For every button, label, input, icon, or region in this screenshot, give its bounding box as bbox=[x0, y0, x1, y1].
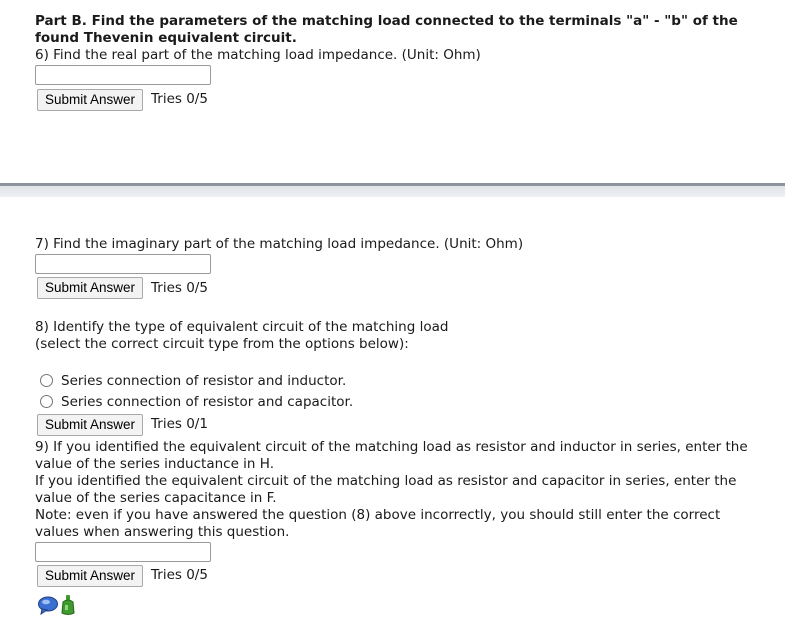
q9-line1: 9) If you identified the equivalent circ… bbox=[35, 439, 748, 455]
q8-option-inductor-radio[interactable] bbox=[40, 374, 53, 387]
q7-submit-button[interactable]: Submit Answer bbox=[37, 277, 144, 299]
part-b-heading: Part B. Find the parameters of the match… bbox=[35, 13, 755, 47]
q9-line2: value of the series inductance in H. bbox=[35, 456, 274, 472]
q6-answer-input[interactable] bbox=[35, 65, 211, 85]
q8-text: 8) Identify the type of equivalent circu… bbox=[35, 319, 755, 353]
part-b-heading-line2: found Thevenin equivalent circuit. bbox=[35, 30, 297, 46]
q6-tries: Tries 0/5 bbox=[151, 91, 208, 107]
q9-submit-button[interactable]: Submit Answer bbox=[37, 565, 144, 587]
q8-submit-button[interactable]: Submit Answer bbox=[37, 414, 144, 436]
q7-answer-input[interactable] bbox=[35, 254, 211, 274]
hint-icon[interactable] bbox=[60, 594, 76, 616]
q8-tries: Tries 0/1 bbox=[151, 416, 208, 432]
q7-text: 7) Find the imaginary part of the matchi… bbox=[35, 236, 524, 252]
part-b-heading-line1: Part B. Find the parameters of the match… bbox=[35, 13, 738, 29]
q9-line3: If you identified the equivalent circuit… bbox=[35, 473, 737, 489]
q8-text-line2: (select the correct circuit type from th… bbox=[35, 336, 409, 352]
q6-text: 6) Find the real part of the matching lo… bbox=[35, 47, 481, 63]
section-divider bbox=[0, 183, 785, 197]
q9-line5: Note: even if you have answered the ques… bbox=[35, 507, 721, 523]
q8-text-line1: 8) Identify the type of equivalent circu… bbox=[35, 319, 449, 335]
q9-line4: value of the series capacitance in F. bbox=[35, 490, 277, 506]
q8-option-capacitor-radio[interactable] bbox=[40, 395, 53, 408]
q8-option-inductor-label: Series connection of resistor and induct… bbox=[61, 373, 347, 389]
q9-line6: values when answering this question. bbox=[35, 524, 290, 540]
q9-tries: Tries 0/5 bbox=[151, 567, 208, 583]
q9-text: 9) If you identified the equivalent circ… bbox=[35, 439, 755, 541]
q9-answer-input[interactable] bbox=[35, 542, 211, 562]
q8-option-capacitor-label: Series connection of resistor and capaci… bbox=[61, 394, 354, 410]
feedback-icon[interactable] bbox=[37, 595, 59, 615]
q6-submit-button[interactable]: Submit Answer bbox=[37, 89, 144, 111]
q7-tries: Tries 0/5 bbox=[151, 280, 208, 296]
